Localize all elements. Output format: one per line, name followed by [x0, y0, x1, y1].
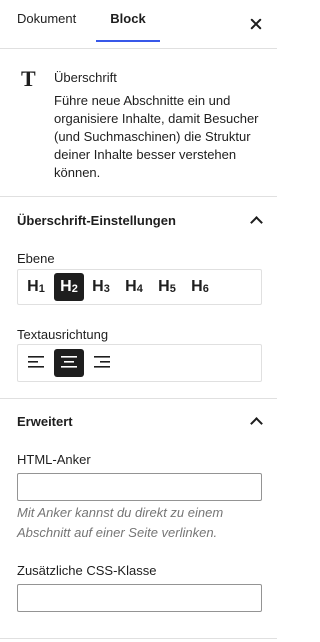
- align-center-icon: [61, 356, 77, 368]
- block-title: Überschrift: [54, 70, 117, 85]
- heading-icon: T: [21, 66, 36, 91]
- heading-level-toolbar: H1 H2 H3 H4 H5 H6: [17, 269, 262, 305]
- align-right-icon: [94, 356, 110, 368]
- heading-level-6-button[interactable]: H6: [185, 273, 215, 301]
- html-anchor-input[interactable]: [17, 473, 262, 501]
- heading-level-2-button[interactable]: H2: [54, 273, 84, 301]
- html-anchor-help: Mit Anker kannst du direkt zu einem Absc…: [17, 505, 224, 540]
- advanced-panel-toggle[interactable]: Erweitert: [0, 399, 277, 443]
- heading-level-3-button[interactable]: H3: [86, 273, 116, 301]
- heading-settings-panel-toggle[interactable]: Überschrift-Einstellungen: [0, 198, 277, 242]
- text-alignment-toolbar: [17, 344, 262, 382]
- chevron-up-icon: [249, 213, 263, 227]
- alignment-label: Textausrichtung: [17, 327, 109, 342]
- heading-settings-title: Überschrift-Einstellungen: [17, 213, 176, 228]
- advanced-title: Erweitert: [17, 414, 73, 429]
- heading-level-4-button[interactable]: H4: [119, 273, 149, 301]
- align-right-button[interactable]: [87, 349, 117, 377]
- close-icon[interactable]: [246, 14, 266, 34]
- block-description: Führe neue Abschnitte ein und organisier…: [54, 93, 259, 180]
- html-anchor-label: HTML-Anker: [17, 452, 91, 467]
- tab-document[interactable]: Dokument: [17, 0, 76, 48]
- heading-level-1-button[interactable]: H1: [21, 273, 51, 301]
- heading-level-5-button[interactable]: H5: [152, 273, 182, 301]
- chevron-up-icon: [249, 414, 263, 428]
- sidebar-tabs: Dokument Block: [0, 0, 277, 49]
- css-class-label: Zusätzliche CSS-Klasse: [17, 563, 157, 578]
- css-class-input[interactable]: [17, 584, 262, 612]
- align-center-button[interactable]: [54, 349, 84, 377]
- align-left-icon: [28, 356, 44, 368]
- block-card: T Überschrift Führe neue Abschnitte ein …: [0, 49, 277, 197]
- panel-divider: [0, 638, 277, 639]
- tab-block[interactable]: Block: [96, 0, 160, 48]
- align-left-button[interactable]: [21, 349, 51, 377]
- level-label: Ebene: [17, 251, 55, 266]
